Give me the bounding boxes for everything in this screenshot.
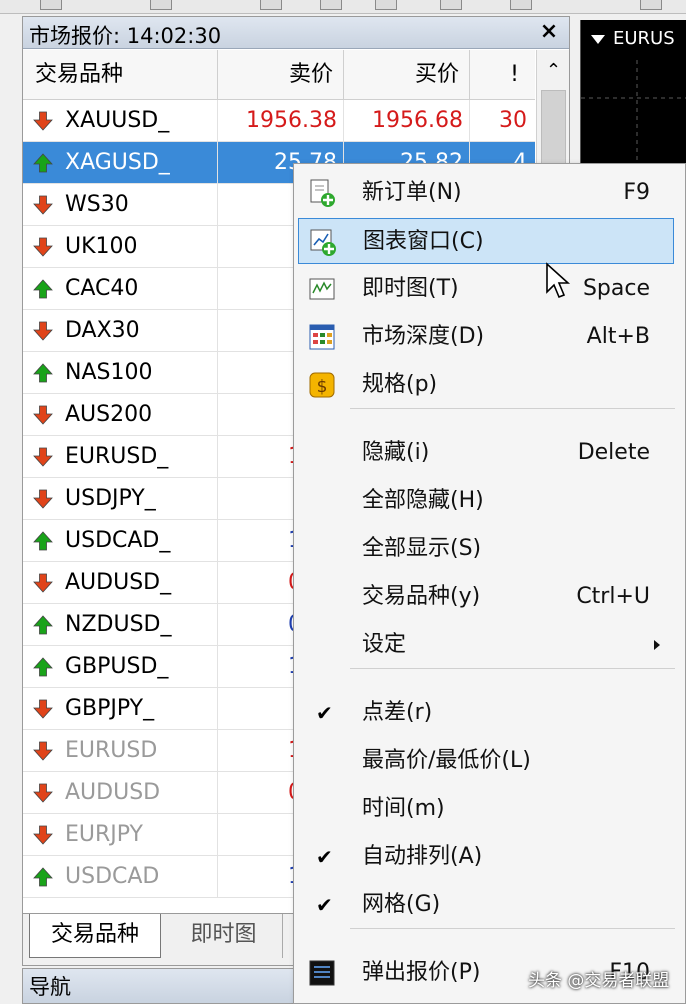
menu-item-9[interactable]: 交易品种(y) Ctrl+U	[298, 574, 674, 620]
menu-item-shortcut: F9	[623, 180, 650, 205]
submenu-arrow-icon	[654, 640, 660, 650]
menu-item-label: 图表窗口(C)	[363, 229, 484, 254]
menu-item-label: 最高价/最低价(L)	[362, 748, 531, 773]
mouse-cursor-icon	[546, 262, 571, 299]
toolbar-button[interactable]	[510, 0, 532, 10]
symbol-cell: UK100	[23, 226, 218, 268]
menu-item-label: 规格(p)	[362, 372, 438, 397]
symbol-cell: USDCAD	[23, 856, 218, 898]
market-depth-icon	[309, 324, 335, 350]
symbol-cell: XAGUSD_	[23, 142, 218, 184]
menu-item-4[interactable]: 市场深度(D) Alt+B	[298, 314, 674, 360]
tab-tick-chart[interactable]: 即时图	[165, 914, 283, 958]
header-bid[interactable]: 卖价	[218, 50, 344, 100]
symbol-cell: WS30	[23, 184, 218, 226]
tick-chart-icon	[309, 278, 335, 300]
symbol-cell: CAC40	[23, 268, 218, 310]
new-order-icon	[310, 179, 335, 207]
menu-item-label: 点差(r)	[362, 700, 433, 725]
toolbar-button[interactable]	[440, 0, 462, 10]
menu-item-label: 隐藏(i)	[362, 440, 430, 465]
menu-separator	[350, 408, 675, 409]
symbol-cell: NZDUSD_	[23, 604, 218, 646]
toolbar-button[interactable]	[150, 0, 172, 10]
checkmark-icon: ✔	[316, 845, 333, 869]
popup-prices-icon	[309, 960, 335, 986]
menu-item-shortcut: Space	[582, 276, 650, 301]
menu-item-3[interactable]: 即时图(T) Space	[298, 266, 674, 312]
symbol-cell: AUDUSD	[23, 772, 218, 814]
navigator-title: 导航	[29, 975, 71, 999]
svg-text:$: $	[317, 377, 328, 397]
menu-item-11[interactable]: ✔ 点差(r)	[298, 690, 674, 736]
menu-item-label: 交易品种(y)	[362, 584, 481, 609]
context-menu: 新订单(N) F9 图表窗口(C) 即时图(T) Space 市场深度(D) Alt+B $ 规…	[293, 163, 686, 1004]
toolbar-button[interactable]	[40, 0, 62, 10]
menu-item-shortcut: Ctrl+U	[576, 584, 650, 609]
menu-separator	[350, 668, 675, 669]
menu-item-6[interactable]: 隐藏(i) Delete	[298, 430, 674, 476]
toolbar-button[interactable]	[375, 0, 397, 10]
menu-item-label: 自动排列(A)	[362, 844, 483, 869]
header-symbol[interactable]: 交易品种	[23, 50, 218, 100]
menu-item-label: 市场深度(D)	[362, 324, 485, 349]
symbol-cell: EURUSD	[23, 730, 218, 772]
menu-item-label: 时间(m)	[362, 796, 445, 821]
symbol-cell: AUDUSD_	[23, 562, 218, 604]
toolbar-button[interactable]	[260, 0, 282, 10]
checkmark-icon: ✔	[316, 701, 333, 725]
checkmark-icon: ✔	[316, 893, 333, 917]
symbol-cell: USDJPY_	[23, 478, 218, 520]
menu-item-label: 设定	[362, 632, 407, 657]
menu-item-label: 弹出报价(P)	[362, 960, 481, 985]
symbol-cell: USDCAD_	[23, 520, 218, 562]
menu-item-shortcut: Delete	[577, 440, 650, 465]
symbol-cell: EURJPY	[23, 814, 218, 856]
symbol-cell: XAUUSD_	[23, 100, 218, 142]
chart-window-icon	[310, 229, 336, 256]
symbol-cell: EURUSD_	[23, 436, 218, 478]
watermark: 头条 @交易者联盟	[528, 971, 670, 991]
menu-item-1[interactable]: 新订单(N) F9	[298, 170, 674, 216]
toolbar	[0, 0, 686, 14]
tab-symbols[interactable]: 交易品种	[29, 914, 161, 958]
close-icon[interactable]: ×	[537, 19, 561, 45]
table-header: 交易品种 卖价 买价 !	[23, 50, 535, 100]
menu-item-label: 新订单(N)	[362, 180, 462, 205]
menu-item-13[interactable]: 时间(m)	[298, 786, 674, 832]
menu-item-label: 全部显示(S)	[362, 536, 482, 561]
menu-separator	[350, 928, 675, 929]
ask-cell: 1956.68	[344, 100, 470, 142]
menu-item-14[interactable]: ✔ 自动排列(A)	[298, 834, 674, 880]
menu-item-shortcut: Alt+B	[586, 324, 650, 349]
menu-item-2[interactable]: 图表窗口(C)	[298, 218, 674, 264]
chevron-up-icon[interactable]: ⌃	[537, 56, 570, 86]
symbol-cell: GBPJPY_	[23, 688, 218, 730]
market-watch-title: 市场报价: 14:02:30	[29, 24, 222, 48]
menu-item-label: 全部隐藏(H)	[362, 488, 484, 513]
table-row[interactable]: XAUUSD_ 1956.38 1956.68 30	[23, 100, 535, 142]
menu-item-label: 即时图(T)	[362, 276, 459, 301]
symbol-cell: DAX30	[23, 310, 218, 352]
menu-item-12[interactable]: 最高价/最低价(L)	[298, 738, 674, 784]
specification-icon: $	[309, 372, 335, 398]
market-watch-titlebar: 市场报价: 14:02:30 ×	[23, 17, 569, 49]
menu-item-7[interactable]: 全部隐藏(H)	[298, 478, 674, 524]
menu-item-label: 网格(G)	[362, 892, 441, 917]
symbol-cell: NAS100	[23, 352, 218, 394]
menu-item-10[interactable]: 设定	[298, 622, 674, 668]
header-spread[interactable]: !	[470, 50, 535, 100]
toolbar-button[interactable]	[320, 0, 342, 10]
bid-cell: 1956.38	[218, 100, 344, 142]
menu-item-5[interactable]: $ 规格(p)	[298, 362, 674, 408]
menu-item-8[interactable]: 全部显示(S)	[298, 526, 674, 572]
toolbar-button[interactable]	[640, 0, 662, 10]
symbol-cell: GBPUSD_	[23, 646, 218, 688]
header-ask[interactable]: 买价	[344, 50, 470, 100]
menu-item-15[interactable]: ✔ 网格(G)	[298, 882, 674, 928]
spread-cell: 30	[499, 108, 527, 133]
symbol-cell: AUS200	[23, 394, 218, 436]
